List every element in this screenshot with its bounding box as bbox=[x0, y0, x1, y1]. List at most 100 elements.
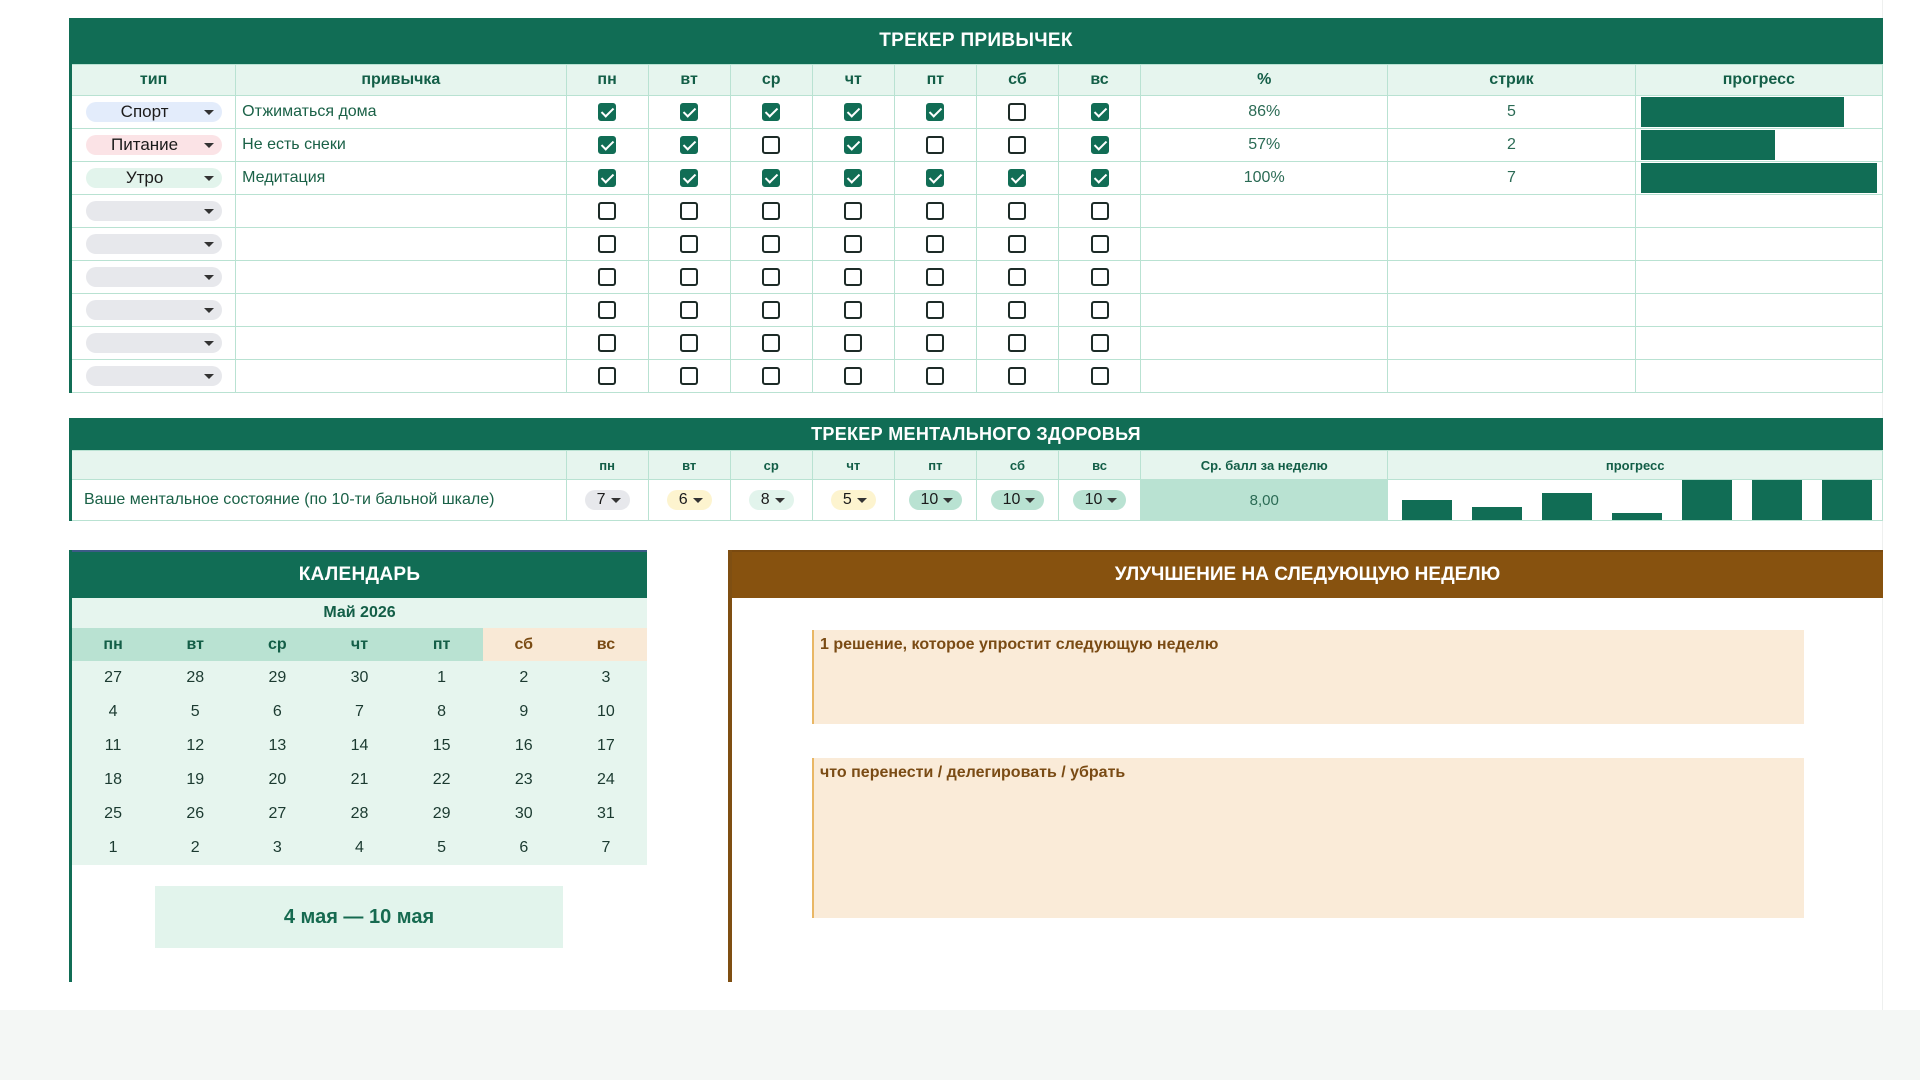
habit-type-dropdown[interactable] bbox=[85, 201, 222, 221]
checked-checkbox[interactable] bbox=[844, 168, 863, 187]
unchecked-checkbox[interactable] bbox=[598, 366, 617, 385]
unchecked-checkbox[interactable] bbox=[926, 201, 945, 220]
unchecked-checkbox[interactable] bbox=[1090, 366, 1109, 385]
score-dropdown[interactable]: 10 bbox=[1072, 490, 1127, 510]
habit-day-cell[interactable] bbox=[893, 161, 977, 195]
habit-day-cell[interactable] bbox=[1057, 194, 1142, 228]
calendar-day[interactable]: 15 bbox=[400, 729, 483, 763]
score-dropdown[interactable]: 7 bbox=[584, 490, 630, 510]
checked-checkbox[interactable] bbox=[844, 102, 863, 121]
checked-checkbox[interactable] bbox=[598, 135, 617, 154]
habit-day-cell[interactable] bbox=[893, 227, 977, 261]
habit-day-cell[interactable] bbox=[975, 95, 1060, 129]
unchecked-checkbox[interactable] bbox=[926, 135, 945, 154]
habit-day-cell[interactable] bbox=[1057, 161, 1142, 195]
score-cell[interactable]: 10 bbox=[975, 479, 1060, 521]
calendar-day[interactable]: 7 bbox=[564, 831, 647, 865]
calendar-day[interactable]: 4 bbox=[318, 831, 401, 865]
unchecked-checkbox[interactable] bbox=[762, 267, 781, 286]
habit-type-dropdown[interactable] bbox=[85, 333, 222, 353]
habit-day-cell[interactable] bbox=[565, 260, 649, 294]
calendar-day[interactable]: 27 bbox=[236, 797, 319, 831]
checked-checkbox[interactable] bbox=[680, 102, 699, 121]
habit-type-dropdown[interactable]: Спорт bbox=[85, 102, 222, 122]
calendar-day[interactable]: 3 bbox=[236, 831, 319, 865]
unchecked-checkbox[interactable] bbox=[926, 366, 945, 385]
calendar-day[interactable]: 2 bbox=[154, 831, 237, 865]
habit-day-cell[interactable] bbox=[647, 326, 731, 360]
unchecked-checkbox[interactable] bbox=[1090, 333, 1109, 352]
habit-day-cell[interactable] bbox=[647, 128, 731, 162]
unchecked-checkbox[interactable] bbox=[1008, 201, 1027, 220]
unchecked-checkbox[interactable] bbox=[926, 267, 945, 286]
unchecked-checkbox[interactable] bbox=[1008, 366, 1027, 385]
unchecked-checkbox[interactable] bbox=[680, 300, 699, 319]
unchecked-checkbox[interactable] bbox=[598, 267, 617, 286]
habit-day-cell[interactable] bbox=[975, 161, 1060, 195]
unchecked-checkbox[interactable] bbox=[762, 135, 781, 154]
habit-type-cell[interactable]: Спорт bbox=[68, 95, 237, 129]
checked-checkbox[interactable] bbox=[1090, 102, 1109, 121]
calendar-day[interactable]: 29 bbox=[400, 797, 483, 831]
habit-day-cell[interactable] bbox=[811, 227, 895, 261]
habit-day-cell[interactable] bbox=[647, 260, 731, 294]
unchecked-checkbox[interactable] bbox=[762, 201, 781, 220]
habit-day-cell[interactable] bbox=[811, 128, 895, 162]
unchecked-checkbox[interactable] bbox=[1090, 267, 1109, 286]
habit-day-cell[interactable] bbox=[565, 161, 649, 195]
habit-name-cell[interactable] bbox=[235, 293, 567, 327]
habit-day-cell[interactable] bbox=[729, 161, 813, 195]
unchecked-checkbox[interactable] bbox=[1090, 201, 1109, 220]
unchecked-checkbox[interactable] bbox=[1008, 234, 1027, 253]
habit-day-cell[interactable] bbox=[893, 260, 977, 294]
unchecked-checkbox[interactable] bbox=[598, 333, 617, 352]
habit-day-cell[interactable] bbox=[893, 194, 977, 228]
calendar-day[interactable]: 13 bbox=[236, 729, 319, 763]
calendar-day[interactable]: 23 bbox=[482, 763, 565, 797]
calendar-day[interactable]: 3 bbox=[564, 661, 647, 695]
habit-day-cell[interactable] bbox=[647, 227, 731, 261]
calendar-day[interactable]: 28 bbox=[154, 661, 237, 695]
score-cell[interactable]: 7 bbox=[565, 479, 649, 521]
habit-day-cell[interactable] bbox=[975, 293, 1060, 327]
checked-checkbox[interactable] bbox=[762, 102, 781, 121]
calendar-day[interactable]: 16 bbox=[482, 729, 565, 763]
habit-day-cell[interactable] bbox=[811, 359, 895, 393]
unchecked-checkbox[interactable] bbox=[762, 366, 781, 385]
checked-checkbox[interactable] bbox=[598, 168, 617, 187]
score-dropdown[interactable]: 6 bbox=[666, 490, 712, 510]
unchecked-checkbox[interactable] bbox=[762, 234, 781, 253]
habit-name-cell[interactable]: Медитация bbox=[235, 161, 567, 195]
unchecked-checkbox[interactable] bbox=[1008, 102, 1027, 121]
score-dropdown[interactable]: 10 bbox=[990, 490, 1045, 510]
unchecked-checkbox[interactable] bbox=[762, 333, 781, 352]
calendar-day[interactable]: 2 bbox=[482, 661, 565, 695]
habit-day-cell[interactable] bbox=[811, 293, 895, 327]
habit-type-cell[interactable] bbox=[68, 326, 237, 360]
checked-checkbox[interactable] bbox=[598, 102, 617, 121]
habit-day-cell[interactable] bbox=[975, 194, 1060, 228]
score-dropdown[interactable]: 8 bbox=[748, 490, 794, 510]
unchecked-checkbox[interactable] bbox=[680, 366, 699, 385]
score-cell[interactable]: 10 bbox=[893, 479, 977, 521]
habit-day-cell[interactable] bbox=[975, 359, 1060, 393]
unchecked-checkbox[interactable] bbox=[762, 300, 781, 319]
calendar-day[interactable]: 1 bbox=[72, 831, 155, 865]
habit-day-cell[interactable] bbox=[647, 194, 731, 228]
habit-day-cell[interactable] bbox=[893, 293, 977, 327]
calendar-day[interactable]: 25 bbox=[72, 797, 155, 831]
calendar-day[interactable]: 30 bbox=[482, 797, 565, 831]
habit-name-cell[interactable] bbox=[235, 227, 567, 261]
score-cell[interactable]: 5 bbox=[811, 479, 895, 521]
habit-name-cell[interactable]: Не есть снеки bbox=[235, 128, 567, 162]
habit-type-cell[interactable] bbox=[68, 359, 237, 393]
calendar-day[interactable]: 31 bbox=[564, 797, 647, 831]
habit-day-cell[interactable] bbox=[975, 260, 1060, 294]
calendar-day[interactable]: 6 bbox=[236, 695, 319, 729]
note-move-delegate-remove[interactable]: что перенести / делегировать / убрать bbox=[812, 758, 1804, 918]
habit-type-cell[interactable] bbox=[68, 194, 237, 228]
habit-type-cell[interactable]: Питание bbox=[68, 128, 237, 162]
calendar-day[interactable]: 14 bbox=[318, 729, 401, 763]
calendar-day[interactable]: 7 bbox=[318, 695, 401, 729]
unchecked-checkbox[interactable] bbox=[1008, 333, 1027, 352]
